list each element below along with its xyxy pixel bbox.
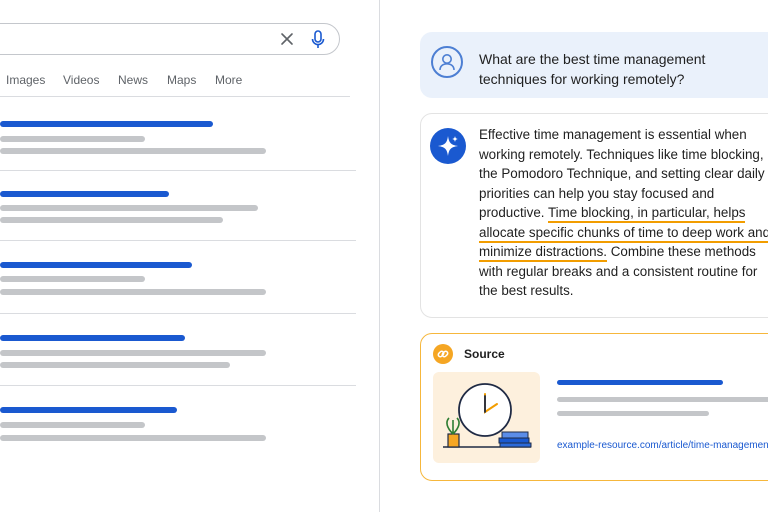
tabs-divider xyxy=(0,96,350,97)
tab-news[interactable]: News xyxy=(118,73,148,87)
result-text-placeholder xyxy=(0,217,223,223)
tab-images[interactable]: Images xyxy=(6,73,45,87)
source-text-placeholder xyxy=(557,397,768,402)
result-title-placeholder[interactable] xyxy=(0,335,185,341)
user-avatar xyxy=(431,46,463,78)
question-text: What are the best time management techni… xyxy=(479,51,706,87)
result-text-placeholder xyxy=(0,435,266,441)
source-card[interactable]: Source example-resource.com/article/time… xyxy=(420,333,768,481)
source-label: Source xyxy=(464,347,505,361)
ai-answer-card: Effective time management is essential w… xyxy=(420,113,768,318)
result-text-placeholder xyxy=(0,136,145,142)
ai-assistant-avatar xyxy=(430,128,466,164)
result-text-placeholder xyxy=(0,148,266,154)
source-url-link[interactable]: example-resource.com/article/time-manage… xyxy=(557,440,768,451)
tab-videos[interactable]: Videos xyxy=(63,73,99,87)
result-text-placeholder xyxy=(0,276,145,282)
result-title-placeholder[interactable] xyxy=(0,191,169,197)
result-text-placeholder xyxy=(0,289,266,295)
pane-divider xyxy=(379,0,380,512)
tab-more[interactable]: More xyxy=(215,73,242,87)
result-text-placeholder xyxy=(0,422,145,428)
user-icon xyxy=(439,54,455,71)
result-text-placeholder xyxy=(0,362,230,368)
close-icon[interactable] xyxy=(279,31,295,47)
result-title-placeholder[interactable] xyxy=(0,121,213,127)
result-title-placeholder[interactable] xyxy=(0,262,192,268)
user-question-card: What are the best time management techni… xyxy=(420,32,768,98)
clock-illustration xyxy=(443,383,532,448)
result-divider xyxy=(0,385,356,386)
source-title-placeholder[interactable] xyxy=(557,380,723,385)
result-text-placeholder xyxy=(0,350,266,356)
result-text-placeholder xyxy=(0,205,258,211)
result-title-placeholder[interactable] xyxy=(0,407,177,413)
result-divider xyxy=(0,313,356,314)
result-divider xyxy=(0,240,356,241)
search-input[interactable] xyxy=(0,23,340,55)
source-thumbnail xyxy=(433,372,540,463)
answer-text: Effective time management is essential w… xyxy=(479,125,768,301)
source-text-placeholder xyxy=(557,411,709,416)
sparkle-icon xyxy=(438,136,458,156)
tab-maps[interactable]: Maps xyxy=(167,73,196,87)
link-icon xyxy=(433,344,453,364)
result-divider xyxy=(0,170,356,171)
mic-icon[interactable] xyxy=(311,30,325,49)
